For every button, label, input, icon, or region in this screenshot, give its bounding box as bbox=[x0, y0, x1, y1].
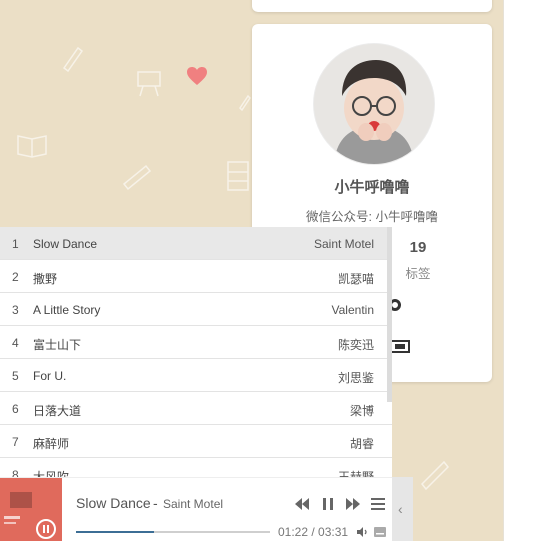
track-title: 大风吹 bbox=[33, 470, 70, 477]
now-playing-separator: - bbox=[153, 495, 158, 511]
tag-label[interactable]: 标签 bbox=[402, 263, 434, 282]
profile-description: 微信公众号: 小牛呼噜噜 bbox=[306, 210, 438, 224]
track-artist: Valentin bbox=[331, 303, 374, 317]
doodle-pencil-icon-2 bbox=[239, 94, 251, 112]
music-player: Slow Dance - Saint Motel 01:22 / 03:31 bbox=[0, 477, 392, 541]
track-title: 撒野 bbox=[33, 272, 58, 286]
track-title: 麻醉师 bbox=[33, 437, 70, 451]
volume-icon[interactable] bbox=[356, 526, 368, 538]
progress-bar[interactable] bbox=[76, 531, 270, 533]
prev-icon[interactable] bbox=[294, 497, 310, 511]
time-display: 01:22 / 03:31 bbox=[278, 525, 349, 539]
doodle-pencil-icon bbox=[62, 46, 84, 72]
track-row[interactable]: 7 麻醉师 胡睿 bbox=[0, 425, 392, 458]
album-cover[interactable] bbox=[0, 478, 62, 541]
track-title: For U. bbox=[33, 369, 67, 383]
doodle-easel-icon bbox=[137, 71, 161, 97]
cover-pause-button[interactable] bbox=[36, 519, 56, 539]
track-number: 8 bbox=[12, 468, 19, 477]
track-row[interactable]: 6 日落大道 梁博 bbox=[0, 392, 392, 425]
progress-fill bbox=[76, 531, 154, 533]
track-title: 富士山下 bbox=[33, 338, 82, 352]
right-panel bbox=[503, 0, 542, 541]
profile-name: 小牛呼噜噜 bbox=[334, 179, 410, 196]
avatar[interactable] bbox=[313, 43, 435, 165]
track-artist: 胡睿 bbox=[349, 437, 374, 451]
doodle-cabinet-icon bbox=[227, 161, 249, 191]
track-row[interactable]: 4 富士山下 陈奕迅 bbox=[0, 326, 392, 359]
track-number: 3 bbox=[12, 303, 19, 317]
page: 小牛呼噜噜 微信公众号: 小牛呼噜噜 19 标签 1 Slow Dance Sa… bbox=[0, 0, 542, 541]
track-row[interactable]: 2 撒野 凯瑟喵 bbox=[0, 260, 392, 293]
now-playing-title: Slow Dance bbox=[76, 495, 151, 511]
heart-icon bbox=[187, 67, 207, 85]
track-artist: 梁博 bbox=[349, 404, 374, 418]
playlist: 1 Slow Dance Saint Motel 2 撒野 凯瑟喵 3 A Li… bbox=[0, 227, 392, 477]
doodle-ruler-icon-2 bbox=[420, 460, 450, 491]
track-number: 7 bbox=[12, 435, 19, 449]
next-icon[interactable] bbox=[345, 497, 361, 511]
now-playing-artist: Saint Motel bbox=[163, 497, 224, 511]
lyrics-icon[interactable] bbox=[374, 527, 386, 537]
track-row[interactable]: 3 A Little Story Valentin bbox=[0, 293, 392, 326]
track-number: 1 bbox=[12, 237, 19, 251]
track-artist: 凯瑟喵 bbox=[337, 272, 374, 286]
playlist-scrollbar[interactable] bbox=[387, 227, 392, 402]
track-title: Slow Dance bbox=[33, 237, 98, 251]
doodle-ruler-icon bbox=[122, 164, 152, 191]
track-row[interactable]: 5 For U. 刘思鉴 bbox=[0, 359, 392, 392]
track-title: A Little Story bbox=[33, 303, 101, 317]
track-artist: 刘思鉴 bbox=[337, 371, 374, 385]
track-number: 4 bbox=[12, 336, 19, 350]
track-artist: 王赫野 bbox=[337, 470, 374, 477]
collapse-chevron-icon: ‹ bbox=[398, 501, 403, 517]
track-number: 5 bbox=[12, 369, 19, 383]
menu-icon[interactable] bbox=[371, 498, 385, 510]
track-number: 2 bbox=[12, 270, 19, 284]
top-card bbox=[252, 0, 492, 12]
pause-icon[interactable] bbox=[321, 497, 335, 511]
track-artist: Saint Motel bbox=[313, 237, 374, 251]
doodle-book-icon bbox=[17, 135, 47, 158]
tag-count[interactable]: 19 bbox=[402, 239, 434, 256]
contact-icon[interactable] bbox=[390, 340, 410, 353]
track-artist: 陈奕迅 bbox=[337, 338, 374, 352]
track-row[interactable]: 8 大风吹 王赫野 bbox=[0, 458, 392, 477]
player-collapse-toggle[interactable]: ‹ bbox=[392, 477, 413, 541]
avatar-image bbox=[314, 44, 434, 164]
track-title: 日落大道 bbox=[33, 404, 82, 418]
track-row[interactable]: 1 Slow Dance Saint Motel bbox=[0, 227, 392, 260]
track-number: 6 bbox=[12, 402, 19, 416]
